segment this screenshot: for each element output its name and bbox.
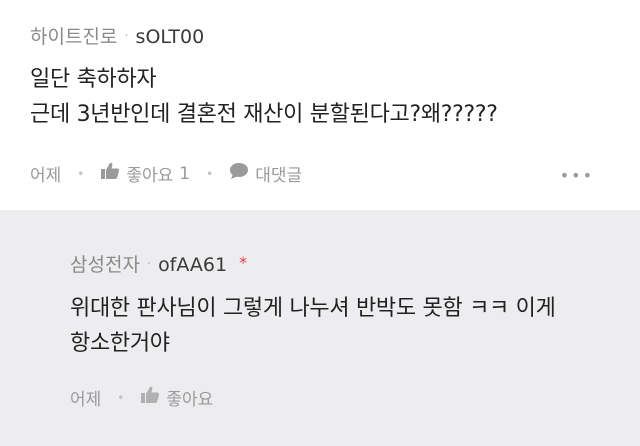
comment-time: 어제	[70, 390, 102, 410]
thumbs-up-icon	[100, 162, 120, 185]
more-options-button[interactable]: •••	[560, 166, 594, 185]
action-separator: •	[77, 166, 85, 181]
like-button[interactable]: 좋아요	[140, 385, 213, 410]
comment-meta: 삼성전자 · ofAA61 *	[70, 250, 247, 277]
comment-group: 삼성전자	[70, 254, 140, 276]
comment-body: 위대한 판사님이 그렇게 나누셔 반박도 못함 ㅋㅋ 이게 항소한거야	[70, 291, 556, 361]
like-label: 좋아요	[126, 166, 174, 186]
comment-line: 근데 3년반인데 결혼전 재산이 분할된다고?왜?????	[30, 102, 498, 127]
reply-comment: 삼성전자 · ofAA61 * 위대한 판사님이 그렇게 나누셔 반박도 못함 ㅋㅋ …	[0, 210, 640, 446]
comment-actions: 어제 • 좋아요	[70, 385, 213, 410]
reply-label: 대댓글	[255, 166, 303, 186]
comment-line: 일단 축하하자	[30, 67, 157, 92]
comment-line: 항소한거야	[70, 331, 170, 356]
comment-time: 어제	[30, 166, 62, 186]
like-button[interactable]: 좋아요 1	[100, 161, 190, 186]
meta-separator: ·	[146, 257, 152, 272]
meta-separator: ·	[124, 29, 129, 44]
action-separator: •	[117, 390, 125, 405]
comment-actions: 어제 • 좋아요 1 • 대댓글	[30, 161, 302, 186]
comment-nickname[interactable]: sOLT00	[136, 26, 205, 48]
speech-bubble-icon	[229, 162, 249, 185]
comment-line: 위대한 판사님이 그렇게 나누셔 반박도 못함 ㅋㅋ 이게	[70, 296, 556, 321]
comment-nickname[interactable]: ofAA61	[158, 254, 227, 276]
thumbs-up-icon	[140, 386, 160, 409]
action-separator: •	[206, 166, 214, 181]
reply-button[interactable]: 대댓글	[229, 161, 302, 186]
comment-group: 하이트진로	[30, 26, 118, 48]
comment: 하이트진로 · sOLT00 일단 축하하자 근데 3년반인데 결혼전 재산이 분할…	[0, 0, 640, 210]
author-star: *	[239, 253, 248, 272]
comment-meta: 하이트진로 · sOLT00	[30, 22, 204, 49]
like-label: 좋아요	[166, 390, 214, 410]
comment-body: 일단 축하하자 근데 3년반인데 결혼전 재산이 분할된다고?왜?????	[30, 62, 498, 132]
like-count: 1	[179, 163, 191, 184]
